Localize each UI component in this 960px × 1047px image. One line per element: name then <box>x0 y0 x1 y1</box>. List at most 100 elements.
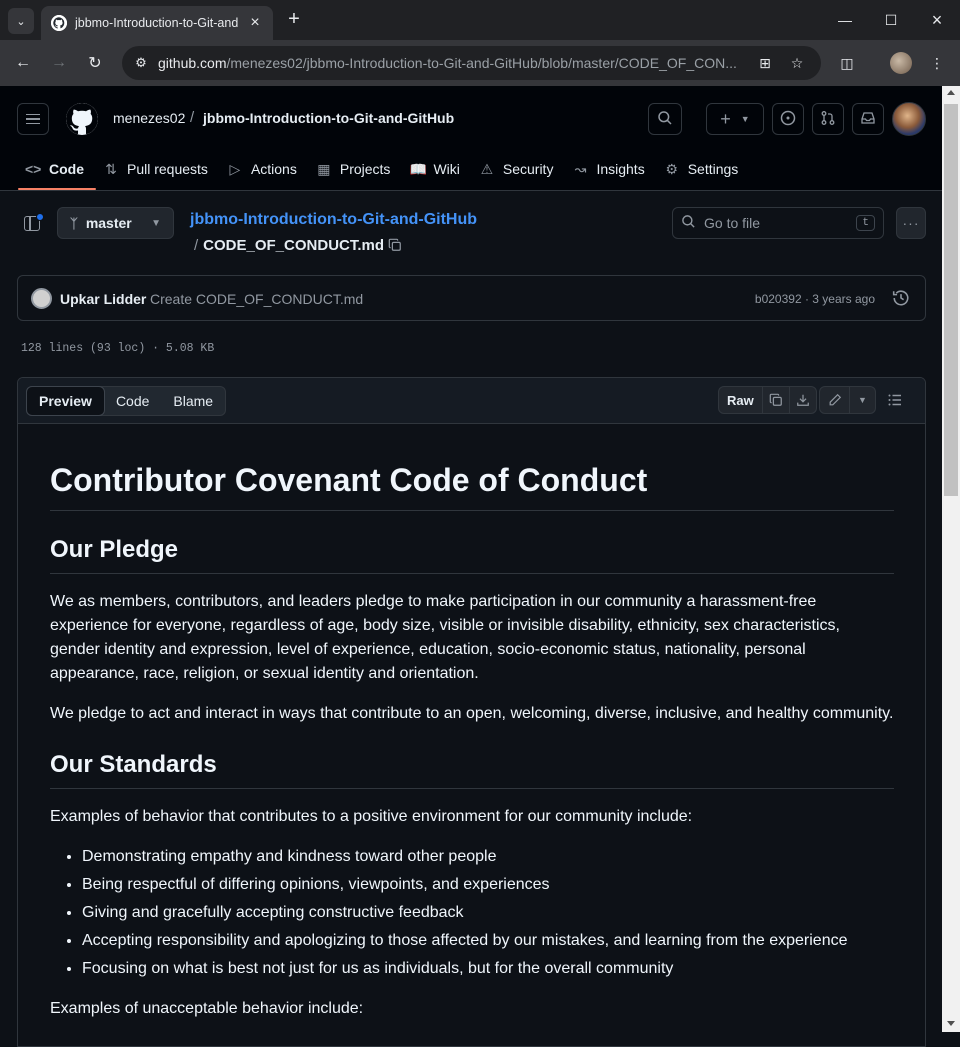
tab-label: Wiki <box>433 161 460 177</box>
graph-icon: ↝ <box>574 160 587 177</box>
behavior-list: Demonstrating empathy and kindness towar… <box>50 845 894 981</box>
install-app-icon[interactable]: ⊞ <box>756 54 774 72</box>
minimize-icon[interactable]: — <box>822 0 868 40</box>
window-close-icon[interactable]: × <box>914 0 960 40</box>
file-meta: 128 lines (93 loc) · 5.08 KB <box>21 342 215 355</box>
github-favicon-icon <box>51 15 67 31</box>
tab-actions[interactable]: ▷ Actions <box>220 148 309 190</box>
browser-menu-icon[interactable]: ⋮ <box>924 50 950 76</box>
edit-pencil-icon[interactable] <box>820 387 849 413</box>
branch-name: master <box>85 215 132 231</box>
extensions-icon[interactable]: ◫ <box>834 50 860 76</box>
breadcrumb-separator: / <box>190 109 195 126</box>
site-info-icon[interactable]: ⚙ <box>132 54 150 72</box>
inbox-button[interactable] <box>852 103 884 135</box>
create-new-button[interactable]: + ▼ <box>706 103 764 135</box>
forward-icon[interactable]: → <box>46 50 72 76</box>
markdown-body: Contributor Covenant Code of Conduct Our… <box>50 424 894 1021</box>
user-avatar[interactable] <box>892 102 926 136</box>
pull-request-icon <box>820 110 836 129</box>
shield-icon: ⚠ <box>480 160 494 177</box>
tab-wiki[interactable]: 📖 Wiki <box>402 148 471 190</box>
tab-preview[interactable]: Preview <box>26 386 105 416</box>
view-mode-tabs: Preview Code Blame <box>26 386 227 416</box>
commit-sha-time[interactable]: b020392 · 3 years ago <box>755 292 875 306</box>
back-icon[interactable]: ← <box>10 50 36 76</box>
paragraph: Examples of behavior that contributes to… <box>50 808 693 825</box>
github-logo-icon[interactable] <box>66 103 98 135</box>
breadcrumb-repo[interactable]: jbbmo-Introduction-to-Git-and-GitHub <box>203 110 454 126</box>
paragraph: We as members, contributors, and leaders… <box>50 593 840 682</box>
actions-icon: ▷ <box>229 160 241 177</box>
code-icon: <> <box>25 161 42 177</box>
commit-author-avatar[interactable] <box>31 288 52 309</box>
search-icon <box>657 110 673 129</box>
address-bar[interactable]: ⚙ github.com/menezes02/jbbmo-Introductio… <box>122 46 821 80</box>
list-item: Accepting responsibility and apologizing… <box>82 929 894 953</box>
paragraph: Examples of unacceptable behavior includ… <box>50 1000 364 1017</box>
path-repo-link[interactable]: jbbmo-Introduction-to-Git-and-GitHub <box>190 211 477 229</box>
branch-selector[interactable]: ᛉ master ▼ <box>57 207 174 239</box>
tab-insights[interactable]: ↝ Insights <box>565 148 656 190</box>
list-item: Giving and gracefully accepting construc… <box>82 901 894 925</box>
new-tab-icon[interactable]: + <box>283 8 305 30</box>
scroll-thumb[interactable] <box>944 104 958 496</box>
copy-raw-icon[interactable] <box>761 387 789 413</box>
tab-code-view[interactable]: Code <box>104 387 161 415</box>
search-icon <box>681 214 696 232</box>
tab-close-icon[interactable]: × <box>247 14 263 32</box>
tab-label: Projects <box>339 161 391 177</box>
inbox-icon <box>860 110 876 129</box>
tab-label: Security <box>502 161 554 177</box>
browser-tab[interactable]: jbbmo-Introduction-to-Git-and × <box>41 6 273 40</box>
pull-requests-button[interactable] <box>812 103 844 135</box>
raw-actions-group: Raw <box>718 386 817 414</box>
url-text[interactable]: github.com/menezes02/jbbmo-Introduction-… <box>158 55 738 71</box>
list-item: Focusing on what is best not just for us… <box>82 957 894 981</box>
heading-our-pledge: Our Pledge <box>50 535 894 574</box>
browser-tabstrip: ⌄ jbbmo-Introduction-to-Git-and × + — ☐ … <box>0 0 960 40</box>
repo-nav: <> Code ⇅ Pull requests ▷ Actions ▦ Proj… <box>18 148 750 191</box>
file-view: Preview Code Blame Raw ▼ Contributor Cov… <box>17 377 926 1047</box>
path-filename: / CODE_OF_CONDUCT.md <box>194 237 385 254</box>
issues-icon <box>780 110 796 129</box>
chevron-down-icon: ▼ <box>151 217 161 229</box>
tab-projects[interactable]: ▦ Projects <box>309 148 403 190</box>
tab-blame[interactable]: Blame <box>161 387 225 415</box>
tab-pull-requests[interactable]: ⇅ Pull requests <box>96 148 220 190</box>
edit-actions-group: ▼ <box>819 386 876 414</box>
go-to-file-input[interactable]: Go to file t <box>672 207 884 239</box>
issues-button[interactable] <box>772 103 804 135</box>
page-scrollbar[interactable] <box>942 86 960 1032</box>
tab-label: Actions <box>250 161 297 177</box>
gear-icon: ⚙ <box>665 160 678 177</box>
breadcrumb-owner[interactable]: menezes02 <box>113 110 185 126</box>
list-item: Demonstrating empathy and kindness towar… <box>82 845 894 869</box>
tab-label: Settings <box>687 161 739 177</box>
plus-icon: + <box>720 108 731 129</box>
reload-icon[interactable]: ↻ <box>82 50 108 76</box>
tab-title: jbbmo-Introduction-to-Git-and <box>75 16 239 30</box>
maximize-icon[interactable]: ☐ <box>868 0 914 40</box>
shortcut-key: t <box>856 215 875 231</box>
global-menu-button[interactable] <box>17 103 49 135</box>
history-icon[interactable] <box>892 289 910 307</box>
browser-profile-avatar[interactable] <box>890 52 912 74</box>
search-button[interactable] <box>648 103 682 135</box>
copy-path-icon[interactable] <box>388 238 402 252</box>
expand-file-tree-button[interactable] <box>22 213 44 235</box>
scroll-up-icon[interactable] <box>947 90 955 95</box>
commit-message[interactable]: Create CODE_OF_CONDUCT.md <box>150 291 363 307</box>
raw-button[interactable]: Raw <box>719 387 762 413</box>
outline-list-icon[interactable] <box>887 392 903 412</box>
bookmark-star-icon[interactable]: ☆ <box>788 54 806 72</box>
tab-search-chevron-icon[interactable]: ⌄ <box>8 8 34 34</box>
tab-code[interactable]: <> Code <box>18 148 96 190</box>
chevron-down-icon[interactable]: ▼ <box>849 387 875 413</box>
commit-author[interactable]: Upkar Lidder <box>60 291 146 307</box>
more-options-button[interactable]: ··· <box>896 207 926 239</box>
tab-security[interactable]: ⚠ Security <box>472 148 566 190</box>
download-icon[interactable] <box>788 387 816 413</box>
tab-settings[interactable]: ⚙ Settings <box>657 148 751 190</box>
scroll-down-icon[interactable] <box>947 1021 955 1026</box>
